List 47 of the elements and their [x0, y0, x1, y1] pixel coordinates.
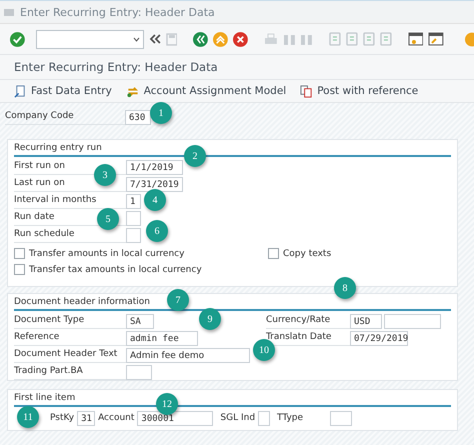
checkbox[interactable]: Transfer amounts in local currency — [14, 248, 268, 259]
save-icon[interactable] — [166, 32, 178, 46]
toolbar-button[interactable]: Account Assignment Model — [126, 84, 286, 98]
screen-title: Enter Recurring Entry: Header Data — [0, 55, 474, 80]
window-title: Enter Recurring Entry: Header Data — [20, 6, 215, 18]
copy-icon — [300, 84, 314, 98]
input-field[interactable]: USD — [350, 314, 382, 328]
input-field[interactable]: 31 — [77, 410, 96, 426]
input-field[interactable]: 1 — [126, 194, 141, 208]
close-icon[interactable] — [232, 32, 248, 46]
input-field[interactable] — [126, 228, 141, 242]
input-field[interactable] — [126, 210, 141, 226]
previous-page-icon[interactable] — [346, 32, 358, 46]
input-field[interactable]: 630 — [125, 110, 151, 124]
field-label: PstKy — [50, 413, 74, 423]
input-field[interactable] — [258, 410, 270, 426]
next-page-icon[interactable] — [362, 32, 375, 46]
toolbar-button[interactable]: Post with reference — [300, 84, 418, 98]
input-field[interactable]: admin fee — [126, 330, 198, 346]
input-field[interactable]: 07/29/2019 — [350, 330, 408, 346]
back-icon[interactable] — [193, 32, 208, 46]
field-label: Account — [98, 413, 134, 423]
toolbar-button[interactable]: Fast Data Entry — [14, 84, 112, 98]
caret-icon — [132, 36, 140, 42]
input-field[interactable]: 1/1/2019 — [126, 160, 183, 174]
input-field[interactable] — [126, 364, 152, 380]
input-field[interactable] — [330, 410, 352, 426]
callout-badge: 7 — [167, 289, 189, 311]
last-page-icon[interactable] — [380, 32, 392, 46]
input-field[interactable]: Admin fee demo — [126, 348, 250, 362]
double-chevron-icon[interactable] — [148, 33, 160, 45]
up-icon[interactable] — [213, 32, 228, 46]
enter-icon[interactable] — [10, 32, 25, 46]
first-page-icon[interactable] — [329, 32, 342, 46]
arrows-icon — [126, 84, 140, 98]
checkbox[interactable]: Copy texts — [268, 248, 418, 259]
callout-badge: 1 — [150, 102, 172, 124]
printer-icon[interactable] — [264, 32, 278, 46]
checkbox[interactable]: Transfer tax amounts in local currency — [14, 264, 268, 275]
document-pen-icon — [14, 84, 27, 98]
input-field[interactable]: SA — [126, 314, 154, 328]
field-label: TType — [277, 413, 304, 423]
input-field[interactable]: 300001 — [137, 410, 214, 426]
input-field[interactable] — [384, 314, 441, 328]
input-field[interactable]: 7/31/2019 — [126, 176, 183, 192]
command-field[interactable] — [36, 30, 144, 48]
field-label: SGL Ind — [220, 413, 256, 423]
